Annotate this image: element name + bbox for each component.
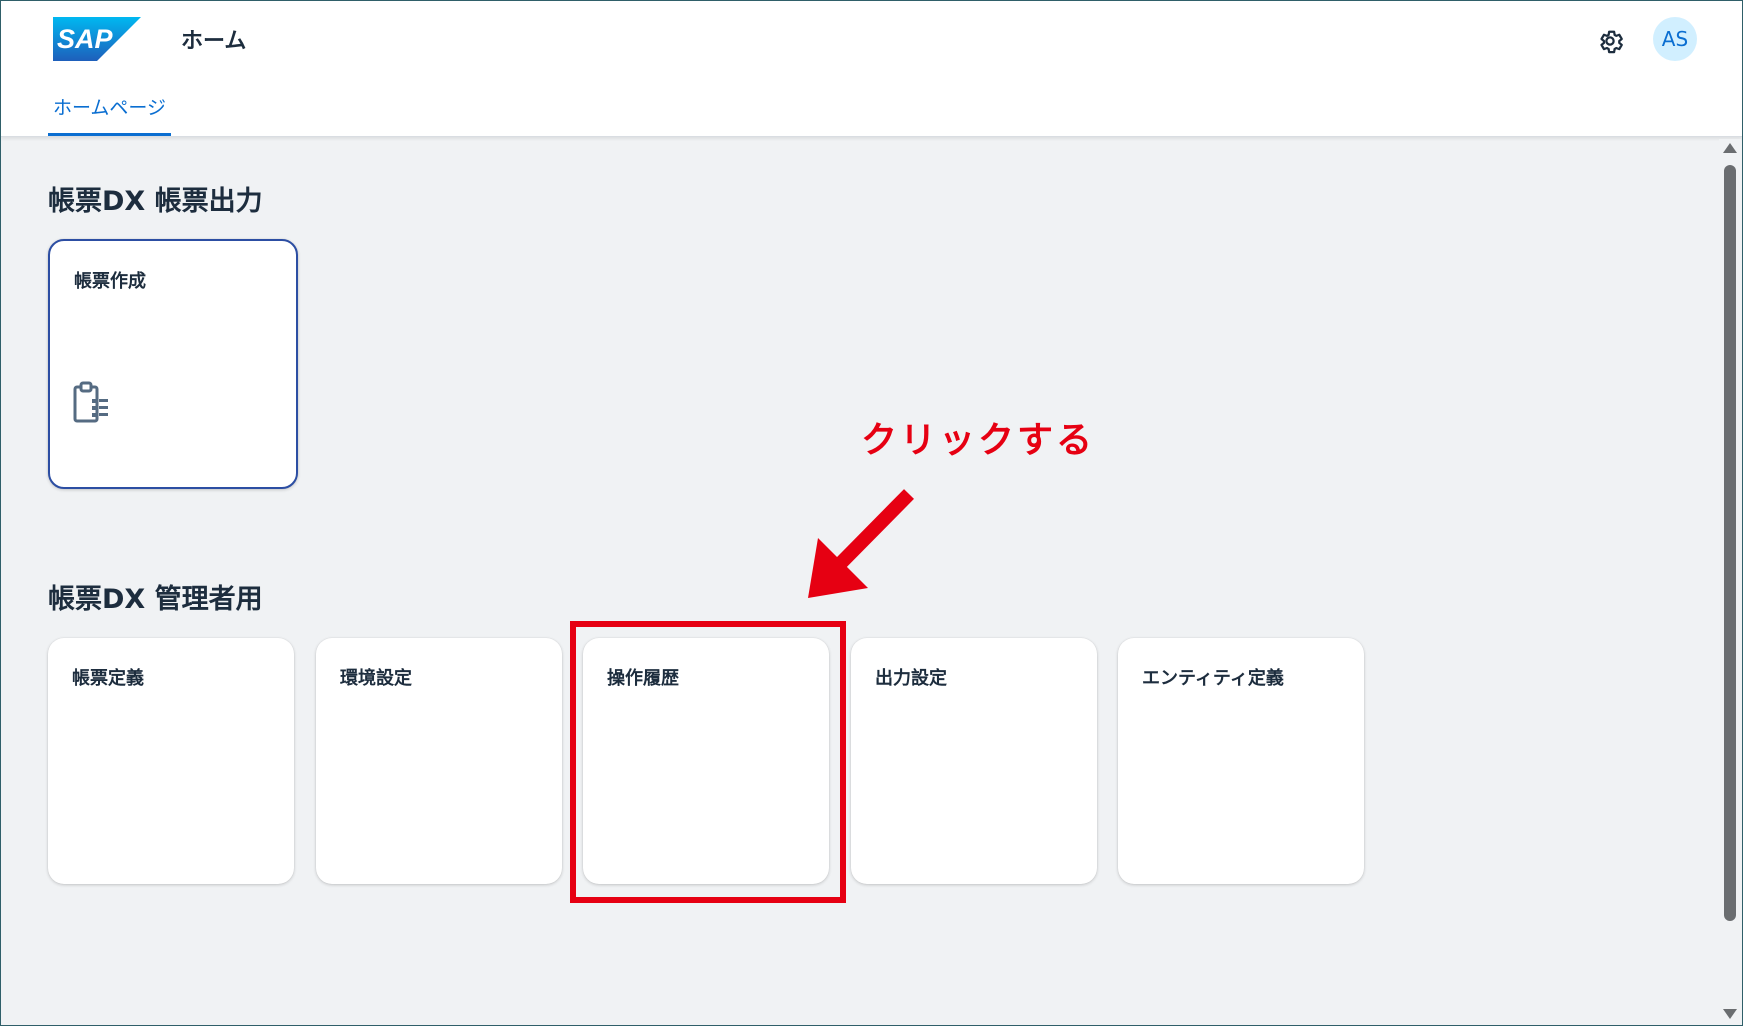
scroll-down-arrow-icon[interactable]	[1723, 1009, 1737, 1019]
tile-title: 環境設定	[340, 668, 412, 689]
tile-title: エンティティ定義	[1142, 668, 1284, 689]
tile-title: 出力設定	[875, 668, 947, 689]
tile-output-settings[interactable]: 出力設定	[851, 638, 1097, 884]
clipboard-list-icon	[73, 381, 108, 423]
tile-form-definition[interactable]: 帳票定義	[48, 638, 294, 884]
settings-gear-icon[interactable]	[1595, 26, 1625, 56]
annotation-highlight-box	[570, 621, 846, 903]
tab-homepage[interactable]: ホームページ	[48, 93, 172, 136]
sap-logo-text: SAP	[57, 24, 114, 54]
scroll-up-arrow-icon[interactable]	[1723, 143, 1737, 153]
annotation-arrow-icon	[808, 489, 914, 598]
sap-logo[interactable]: SAP	[53, 17, 141, 61]
scroll-thumb[interactable]	[1724, 165, 1736, 921]
tile-title: 帳票作成	[74, 271, 146, 292]
tile-environment-settings[interactable]: 環境設定	[316, 638, 562, 884]
tile-entity-definition[interactable]: エンティティ定義	[1118, 638, 1364, 884]
app-window: SAP ホーム AS ホームページ 帳票DX 帳票出力 帳票作成 帳票DX 管理…	[0, 0, 1743, 1026]
section-title-admin: 帳票DX 管理者用	[48, 584, 263, 615]
tile-form-create[interactable]: 帳票作成	[48, 239, 298, 489]
section-title-form-output: 帳票DX 帳票出力	[48, 186, 263, 217]
user-avatar[interactable]: AS	[1653, 17, 1697, 61]
shell-bar: SAP ホーム AS ホームページ	[1, 1, 1742, 137]
app-title: ホーム	[181, 29, 247, 54]
tile-title: 帳票定義	[72, 668, 144, 689]
annotation-callout: クリックする	[861, 420, 1096, 461]
vertical-scrollbar[interactable]	[1719, 139, 1741, 1025]
